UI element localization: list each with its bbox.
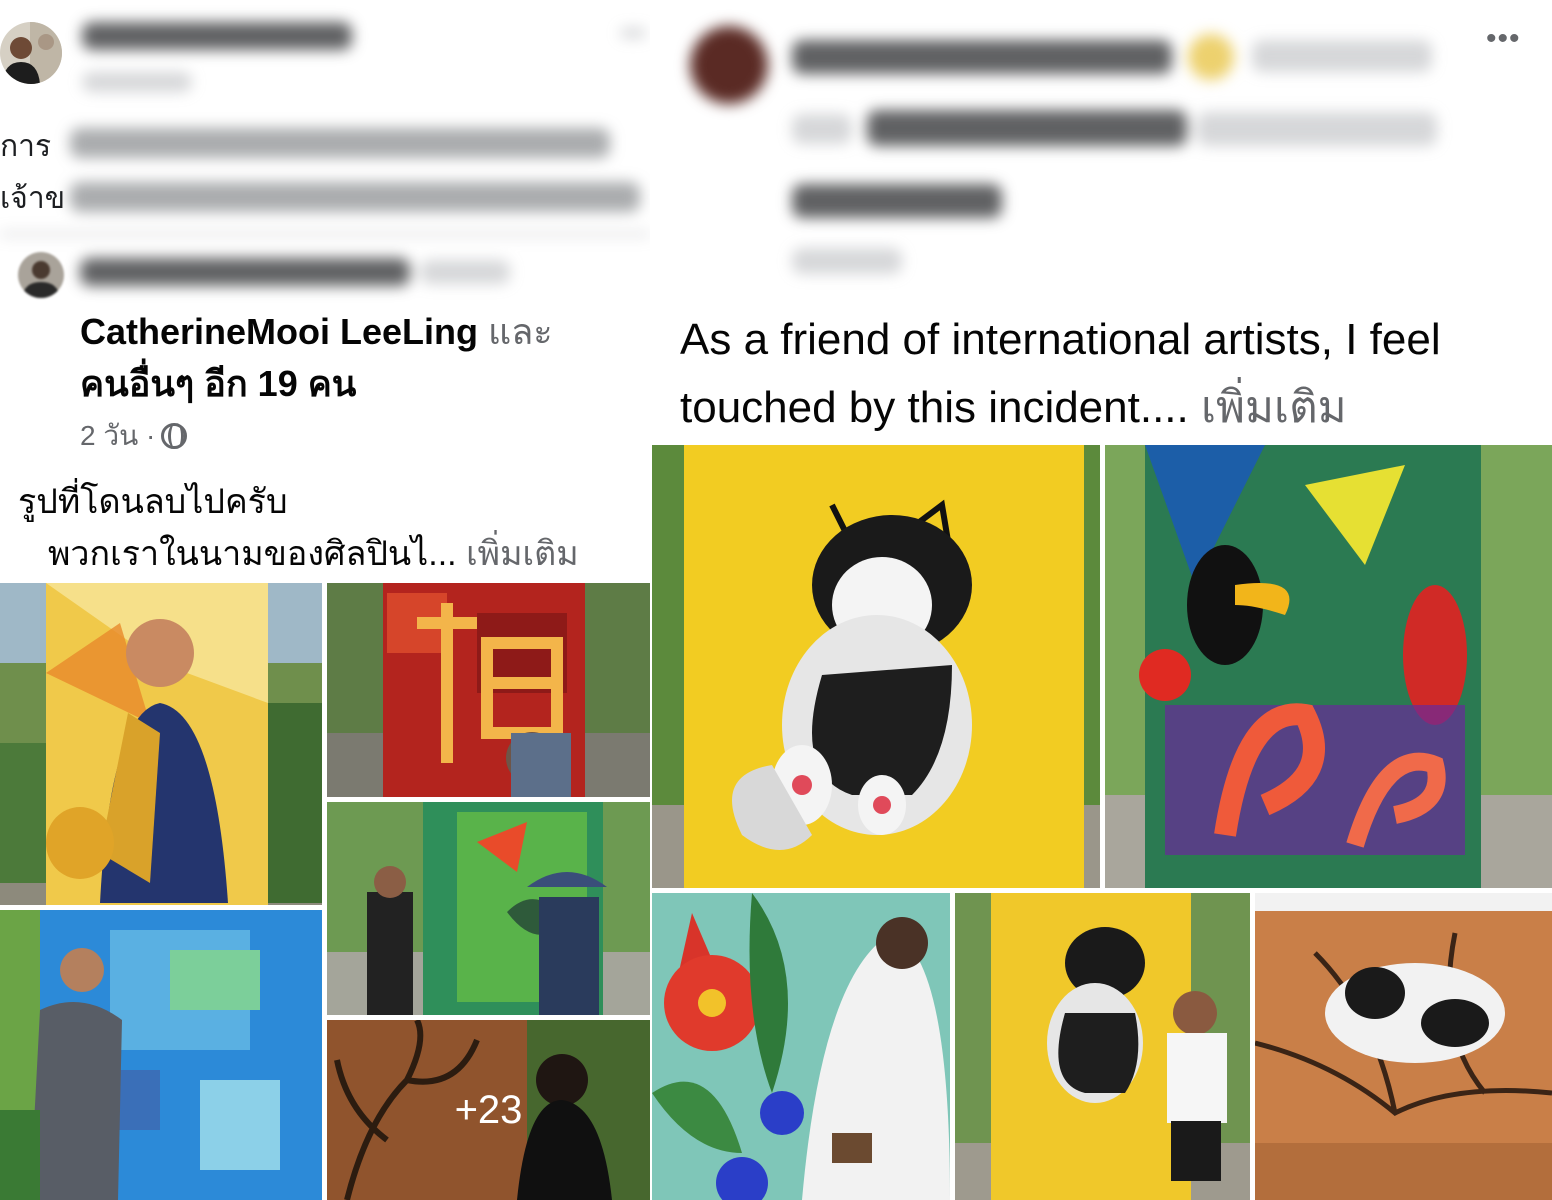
left-body-fragment-2: เจ้าข <box>0 182 66 215</box>
more-photos-count[interactable]: +23 <box>327 1020 650 1200</box>
cat-mural-man-photo[interactable] <box>955 893 1250 1200</box>
tropical-birds-mural-photo[interactable] <box>1105 445 1552 888</box>
left-body-fragment-1: การ <box>0 130 52 163</box>
tree-mural-woman-photo[interactable]: +23 <box>327 1020 650 1200</box>
left-post-author: CatherineMooi LeeLing และ คนอื่นๆ อีก 19… <box>80 306 640 410</box>
saxophone-portrait-mural-photo[interactable] <box>0 583 322 905</box>
more-options-icon[interactable]: ••• <box>1486 24 1521 54</box>
left-post-body-line2: พวกเราในนามของศิลปินไ... เพิ่มเติม <box>48 528 579 580</box>
author-conjunction: และ <box>488 311 553 352</box>
left-post-body-line1: รูปที่โดนลบไปครับ <box>18 483 288 521</box>
see-more-link[interactable]: เพิ่มเติม <box>466 535 579 573</box>
others-link[interactable]: คนอื่นๆ อีก 19 คน <box>80 363 356 404</box>
see-more-link-right[interactable]: เพิ่มเติม <box>1201 383 1347 432</box>
right-post-text: As a friend of international artists, I … <box>680 306 1540 442</box>
fu-character-mural-photo[interactable] <box>327 583 650 797</box>
globe-icon <box>161 423 188 449</box>
shared-author-avatar[interactable] <box>18 252 64 298</box>
artists-painting-flowers-photo[interactable] <box>327 802 650 1015</box>
blue-mural-man-photo[interactable] <box>0 910 322 1200</box>
brown-cat-mural-photo[interactable] <box>1255 893 1552 1200</box>
body-line2-text: พวกเราในนามของศิลปินไ... <box>48 535 457 573</box>
post-timestamp[interactable]: 2 วัน · <box>80 418 155 454</box>
left-blurred-header: การ เจ้าข <box>0 0 650 305</box>
flower-mural-painter-photo[interactable] <box>652 893 950 1200</box>
right-blurred-header <box>652 0 1552 300</box>
right-redacted-text <box>652 0 1552 300</box>
author-name-link[interactable]: CatherineMooi LeeLing <box>80 311 478 352</box>
left-redacted-text <box>0 0 650 305</box>
top-author-avatar[interactable] <box>0 22 62 84</box>
sleeping-cat-mural-photo[interactable] <box>652 445 1100 888</box>
left-post-meta: 2 วัน · <box>80 418 188 454</box>
